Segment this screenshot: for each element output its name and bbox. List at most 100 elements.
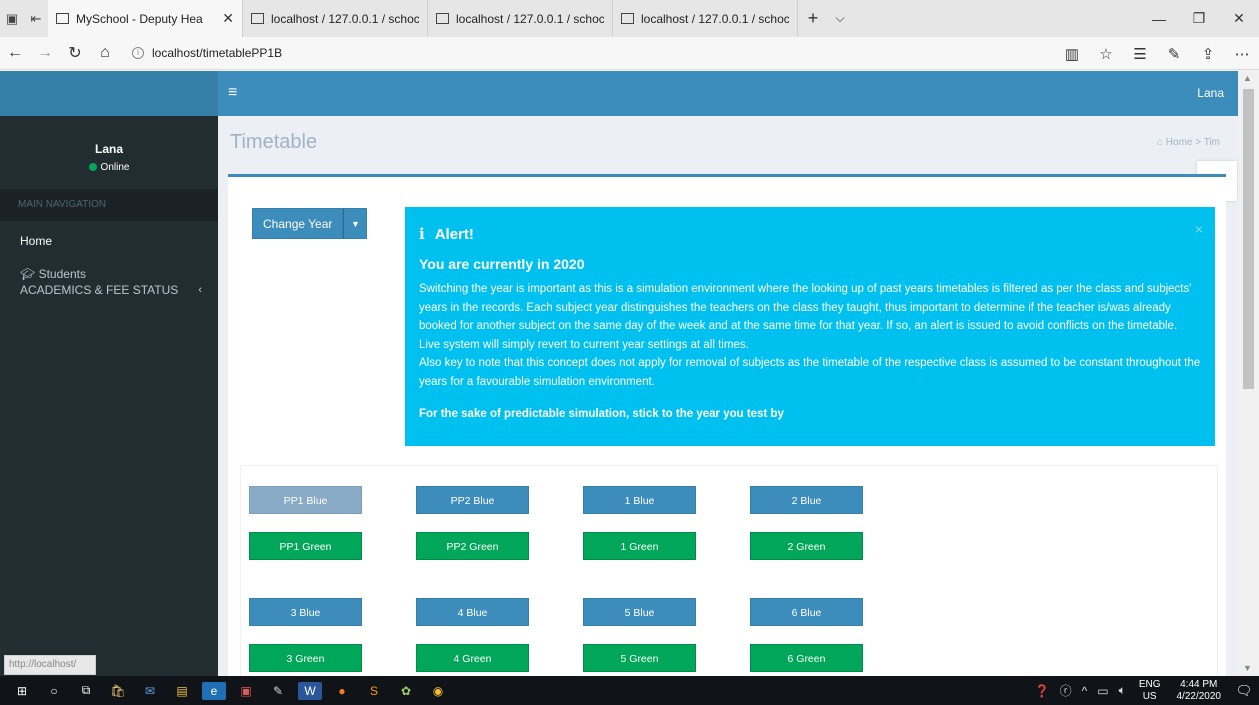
store-icon[interactable]: 🛍︎ [106,682,130,700]
alert-heading-text: Alert! [434,226,474,243]
favorite-star-icon[interactable]: ☆ [1089,45,1123,63]
refresh-icon[interactable]: ↻ [60,43,90,63]
firefox-icon[interactable]: ● [330,682,354,700]
user-menu[interactable]: Lana [1197,86,1224,100]
language-indicator[interactable]: ENG US [1139,679,1161,703]
main-content: Timetable ⌂ Home > Tim ✹ Change Year ▼ ×… [218,116,1238,695]
scrollbar-thumb[interactable] [1243,89,1254,389]
sidebar-item-home[interactable]: Home [0,221,218,261]
tab[interactable]: localhost / 127.0.0.1 / schoc [613,0,798,37]
windows-start-icon[interactable]: ⊞ [10,682,34,700]
class-button[interactable]: 2 Blue [750,486,863,514]
tab[interactable]: localhost / 127.0.0.1 / schoc [428,0,613,37]
chevron-left-icon: ‹ [198,284,202,296]
mail-icon[interactable]: ✉ [138,682,162,700]
class-button[interactable]: PP1 Green [249,532,362,560]
close-icon[interactable]: × [1195,221,1203,237]
volume-icon[interactable]: 🔈︎ [1119,683,1126,698]
class-button[interactable]: PP2 Blue [416,486,529,514]
page-icon [56,13,69,24]
reading-view-icon[interactable]: ▥ [1055,45,1089,63]
share-icon[interactable]: ⇪ [1191,45,1225,63]
class-button[interactable]: 3 Green [249,644,362,672]
clock-date: 4/22/2020 [1176,690,1222,702]
sidebar-item-sublabel: ACADEMICS & FEE STATUS [20,283,179,297]
address-bar: ← → ↻ ⌂ i localhost/timetablePP1B ▥ ☆ ☰ … [0,37,1259,70]
url-field[interactable]: i localhost/timetablePP1B [132,46,282,60]
search-icon[interactable]: ○ [42,682,66,700]
class-button[interactable]: 5 Green [583,644,696,672]
info-icon: i [419,225,425,243]
class-button[interactable]: 2 Green [750,532,863,560]
change-year-button[interactable]: Change Year [252,208,344,239]
more-icon[interactable]: ⋯ [1225,45,1259,63]
home-icon[interactable]: ⌂ [90,44,120,62]
sidebar-section-header: MAIN NAVIGATION [0,189,218,221]
action-center-icon[interactable]: 🗨︎ [1229,683,1259,699]
tab-title: MySchool - Deputy Hea [76,11,203,26]
logo-area [0,71,218,116]
alert-paragraph: Also key to note that this concept does … [419,357,1201,388]
close-window-icon[interactable]: ✕ [1219,0,1259,37]
page-icon [621,13,634,24]
new-tab-button[interactable]: + [798,0,828,37]
close-tab-icon[interactable]: ✕ [222,10,234,27]
class-button-grid: PP1 Blue PP2 Blue 1 Blue 2 Blue PP1 Green PP2… [240,465,1218,695]
people-icon[interactable]: ⓡ [1060,682,1072,699]
class-button[interactable]: 1 Blue [583,486,696,514]
vertical-scrollbar[interactable]: ▲ ▼ [1238,71,1259,676]
task-view-icon[interactable]: ⧉ [74,682,98,700]
pen-icon[interactable]: ✎ [1157,45,1191,63]
minimize-icon[interactable]: — [1139,0,1179,37]
sublime-icon[interactable]: S [362,682,386,700]
word-icon[interactable]: W [298,681,322,700]
caret-down-icon[interactable]: ▼ [343,208,368,239]
set-aside-tabs-icon[interactable]: ⇤ [24,0,48,37]
forward-arrow-icon[interactable]: → [30,44,60,62]
class-button[interactable]: 4 Blue [416,598,529,626]
class-button[interactable]: 3 Blue [249,598,362,626]
notepad-icon[interactable]: ✎ [266,682,290,700]
info-icon[interactable]: i [132,47,144,59]
home-icon: ⌂ [1156,137,1163,148]
paint-icon[interactable]: ✿ [394,682,418,700]
chrome-icon[interactable]: ◉ [426,682,450,700]
class-button[interactable]: PP1 Blue [249,486,362,514]
class-button[interactable]: 6 Green [750,644,863,672]
language-code: ENG [1138,678,1161,690]
menu-toggle-icon[interactable]: ≡ [228,84,237,102]
window-controls: — ❐ ✕ [1139,0,1259,37]
show-hidden-icons-chevron-icon[interactable]: ^ [1082,684,1088,698]
favorites-list-icon[interactable]: ☰ [1123,45,1157,63]
class-button[interactable]: 6 Blue [750,598,863,626]
back-arrow-icon[interactable]: ← [0,44,30,62]
class-button[interactable]: 4 Green [416,644,529,672]
keyboard-region: US [1142,690,1157,702]
help-icon[interactable]: ❓ [1035,684,1050,698]
online-dot-icon [88,163,97,171]
tab[interactable]: localhost / 127.0.0.1 / schoc [243,0,428,37]
edge-browser-icon[interactable]: e [202,681,226,700]
tab-active[interactable]: MySchool - Deputy Hea ✕ [48,0,243,37]
file-explorer-icon[interactable]: ▤ [170,682,194,700]
clock[interactable]: 4:44 PM 4/22/2020 [1177,679,1222,703]
class-button[interactable]: PP2 Green [416,532,529,560]
scroll-down-icon[interactable]: ▼ [1243,663,1252,673]
class-button[interactable]: 1 Green [583,532,696,560]
page-title: Timetable [230,131,318,153]
sidebar-item-students[interactable]: 🎓︎ Students ACADEMICS & FEE STATUS ‹ [0,261,218,298]
alert-paragraph: Switching the year is important as this … [419,283,1192,351]
breadcrumb-home[interactable]: Home [1166,137,1193,148]
tab-actions-icon[interactable]: ▣ [0,0,24,37]
alert-body: Switching the year is important as this … [419,280,1201,391]
tab-list-chevron-icon[interactable]: ⌵ [828,0,852,37]
app-icon[interactable]: ▣ [234,682,258,700]
class-button[interactable]: 5 Blue [583,598,696,626]
change-year-dropdown[interactable]: Change Year ▼ [252,208,368,239]
windows-taskbar: ⊞ ○ ⧉ 🛍︎ ✉ ▤ e ▣ ✎ W ● S ✿ ◉ ❓ ⓡ ^ ▭ 🔈︎ … [0,676,1259,705]
restore-icon[interactable]: ❐ [1179,0,1219,37]
scroll-up-icon[interactable]: ▲ [1243,73,1252,83]
battery-icon[interactable]: ▭ [1097,684,1108,698]
clock-time: 4:44 PM [1180,678,1218,690]
page-icon [436,13,449,24]
